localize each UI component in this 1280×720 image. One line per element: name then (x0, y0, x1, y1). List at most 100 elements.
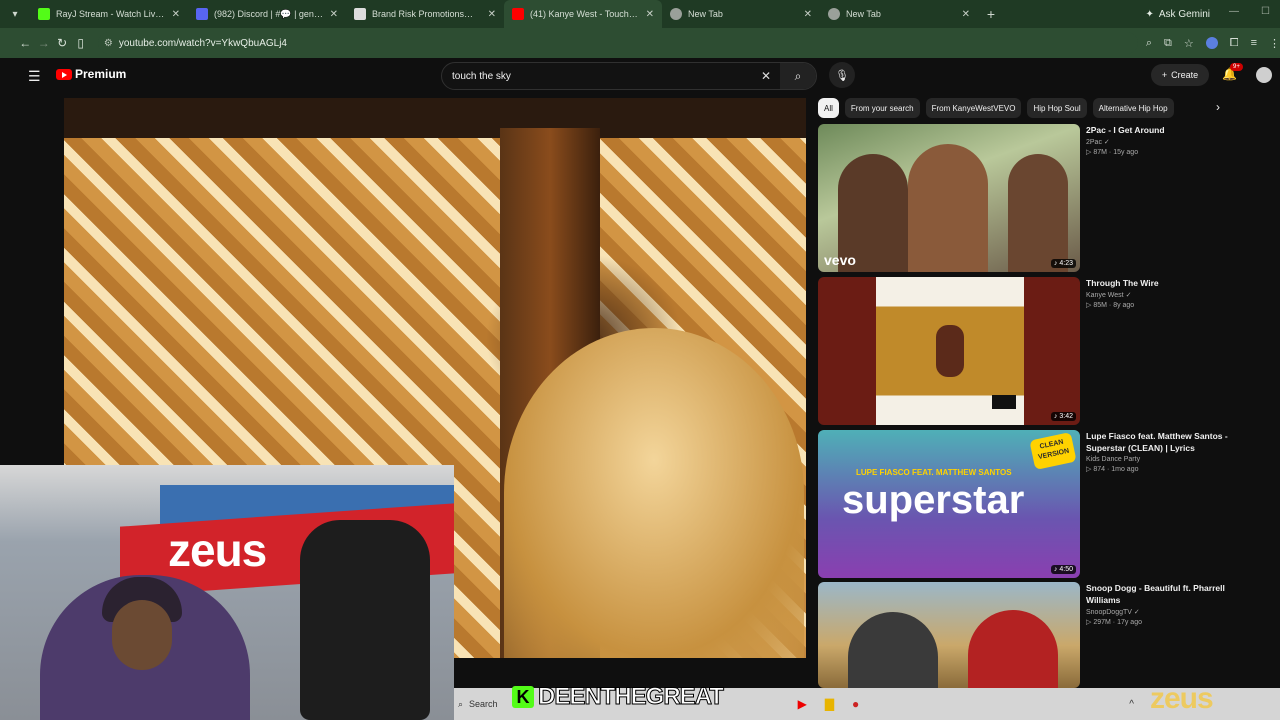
view-count: 87M (1093, 149, 1107, 156)
install-icon[interactable]: ⧉ (1164, 37, 1172, 50)
taskbar-search[interactable]: ⌕ Search (458, 699, 498, 710)
recommendation-item[interactable]: LUPE FIASCO FEAT. MATTHEW SANTOS superst… (818, 430, 1238, 578)
logo-text: Premium (75, 67, 127, 81)
upload-age: 8y ago (1113, 302, 1135, 309)
chip-all[interactable]: All (818, 98, 839, 118)
video-meta: 2Pac - I Get Around 2Pac ✓ ▷ 87M · 15y a… (1086, 124, 1236, 156)
video-thumbnail[interactable]: LUPE FIASCO FEAT. MATTHEW SANTOS superst… (818, 430, 1080, 578)
chip-from-kanyewestvevo[interactable]: From KanyeWestVEVO (925, 98, 1022, 118)
tab-discord[interactable]: (982) Discord | #💬 | general | ✕ (188, 0, 346, 28)
thumbnail-caption: LUPE FIASCO FEAT. MATTHEW SANTOS (856, 468, 1012, 477)
maximize-icon[interactable]: ☐ (1261, 6, 1270, 17)
duration-text: 3:42 (1059, 413, 1073, 420)
folder-icon[interactable]: ▇ (825, 697, 834, 711)
new-tab-button[interactable]: + (978, 6, 1004, 22)
duration-badge: ♪ 4:23 (1050, 259, 1076, 268)
tab-kanye-west[interactable]: (41) Kanye West - Touch The Sky ✕ (504, 0, 662, 28)
duration-badge: ♪ 3:42 (1050, 412, 1076, 421)
reload-icon[interactable]: ↻ (53, 36, 71, 50)
video-title[interactable]: Snoop Dogg - Beautiful ft. Pharrell Will… (1086, 582, 1236, 606)
tab-rayj-stream[interactable]: RayJ Stream - Watch Live on Kick ✕ (30, 0, 188, 28)
bookmark-star-icon[interactable]: ☆ (1184, 37, 1194, 50)
kick-icon (38, 8, 50, 20)
video-thumbnail[interactable]: vevo ♪ 4:23 (818, 124, 1080, 272)
video-stats: ▷ 87M · 15y ago (1086, 149, 1139, 156)
create-button[interactable]: + Create (1151, 64, 1209, 86)
search-button[interactable]: ⌕ (780, 63, 816, 89)
chevron-right-icon[interactable]: › (1216, 100, 1220, 114)
tab-brand-risk[interactable]: Brand Risk Promotions™ Events ✕ (346, 0, 504, 28)
forward-icon[interactable]: → (34, 36, 52, 50)
youtube-logo[interactable]: Premium (56, 67, 126, 81)
site-info-icon[interactable]: ⚙ (104, 38, 113, 49)
recommendation-item[interactable]: ♪ 3:42 Through The Wire Kanye West ✓ ▷ 8… (818, 277, 1238, 425)
close-icon[interactable]: ✕ (488, 9, 496, 20)
back-icon[interactable]: ← (16, 36, 34, 50)
chevron-up-icon[interactable]: ^ (1129, 699, 1134, 710)
tab-search-button[interactable]: ▾ (0, 0, 30, 28)
minimize-icon[interactable]: — (1229, 6, 1239, 17)
tab-title: Brand Risk Promotions™ Events (372, 9, 482, 19)
upload-age: 1mo ago (1111, 466, 1139, 473)
ask-gemini-button[interactable]: ✦ Ask Gemini (1145, 9, 1210, 20)
split-view-icon[interactable]: ▯ (71, 36, 89, 50)
streamer-webcam: zeus (0, 465, 454, 720)
clear-search-icon[interactable]: ✕ (752, 69, 780, 83)
video-stats: ▷ 874 · 1mo ago (1086, 466, 1139, 473)
channel-name[interactable]: SnoopDoggTV ✓ (1086, 608, 1236, 616)
address-bar[interactable]: ⚙ youtube.com/watch?v=YkwQbuAGLj4 (97, 32, 1138, 54)
hamburger-menu-icon[interactable]: ☰ (28, 68, 41, 85)
close-icon[interactable]: ✕ (330, 9, 338, 20)
video-thumbnail[interactable]: ♪ 3:42 (818, 277, 1080, 425)
tab-new-tab[interactable]: New Tab ✕ (662, 0, 820, 28)
chip-hip-hop-soul[interactable]: Hip Hop Soul (1027, 98, 1087, 118)
video-thumbnail[interactable] (818, 582, 1080, 688)
video-title[interactable]: Through The Wire (1086, 277, 1236, 289)
search-input[interactable] (452, 70, 752, 82)
ask-gemini-label: Ask Gemini (1158, 8, 1210, 20)
chrome-icon (828, 8, 840, 20)
brand-risk-icon (354, 8, 366, 20)
vevo-logo: vevo (824, 252, 856, 268)
close-icon[interactable]: ✕ (804, 9, 812, 20)
close-icon[interactable]: ✕ (962, 9, 970, 20)
chip-from-your-search[interactable]: From your search (844, 98, 920, 118)
zoom-icon[interactable]: ⌕ (1146, 37, 1152, 50)
video-title[interactable]: 2Pac - I Get Around (1086, 124, 1236, 136)
recommendation-item[interactable]: vevo ♪ 4:23 2Pac - I Get Around 2Pac ✓ ▷… (818, 124, 1238, 272)
thumbnail-figure (1008, 154, 1068, 272)
upload-age: 15y ago (1113, 149, 1139, 156)
youtube-header: ☰ Premium ✕ ⌕ 🎙 + Create 🔔 9+ (0, 58, 1280, 94)
streamer-name: DEENTHEGREAT (538, 683, 725, 711)
reading-list-icon[interactable]: ≡ (1251, 37, 1257, 50)
clean-version-badge: CLEAN VERSION (1029, 431, 1077, 471)
extension-profile-icon[interactable] (1205, 36, 1218, 49)
upload-age: 17y ago (1117, 619, 1142, 626)
menu-icon[interactable]: ⋮ (1269, 37, 1280, 50)
channel-name[interactable]: Kids Dance Party (1086, 456, 1236, 463)
chrome-icon (670, 8, 682, 20)
recommendation-item[interactable]: Snoop Dogg - Beautiful ft. Pharrell Will… (818, 582, 1238, 688)
youtube-app-icon[interactable]: ▶ (798, 697, 807, 711)
close-icon[interactable]: ✕ (172, 9, 180, 20)
channel-name[interactable]: Kanye West ✓ (1086, 291, 1236, 299)
extensions-icon[interactable]: ⧠ (1230, 37, 1239, 50)
search-box: ✕ ⌕ (441, 62, 817, 90)
avatar[interactable] (1256, 67, 1272, 83)
tab-title: New Tab (688, 9, 723, 19)
video-title[interactable]: Lupe Fiasco feat. Matthew Santos - Super… (1086, 430, 1236, 454)
tab-title: (41) Kanye West - Touch The Sky (530, 9, 640, 19)
video-stats: ▷ 297M · 17y ago (1086, 619, 1142, 626)
chip-alternative-hip-hop[interactable]: Alternative Hip Hop (1092, 98, 1174, 118)
notifications-button[interactable]: 🔔 9+ (1222, 63, 1243, 81)
discord-icon (196, 8, 208, 20)
search-icon: ⌕ (458, 698, 464, 709)
close-icon[interactable]: ✕ (646, 9, 654, 20)
app-icon[interactable]: ● (852, 697, 859, 711)
video-meta: Through The Wire Kanye West ✓ ▷ 85M · 8y… (1086, 277, 1236, 309)
video-meta: Snoop Dogg - Beautiful ft. Pharrell Will… (1086, 582, 1236, 626)
voice-search-button[interactable]: 🎙 (829, 62, 855, 88)
tab-new-tab-2[interactable]: New Tab ✕ (820, 0, 978, 28)
album-cover-bear (936, 325, 964, 377)
channel-name[interactable]: 2Pac ✓ (1086, 138, 1236, 146)
